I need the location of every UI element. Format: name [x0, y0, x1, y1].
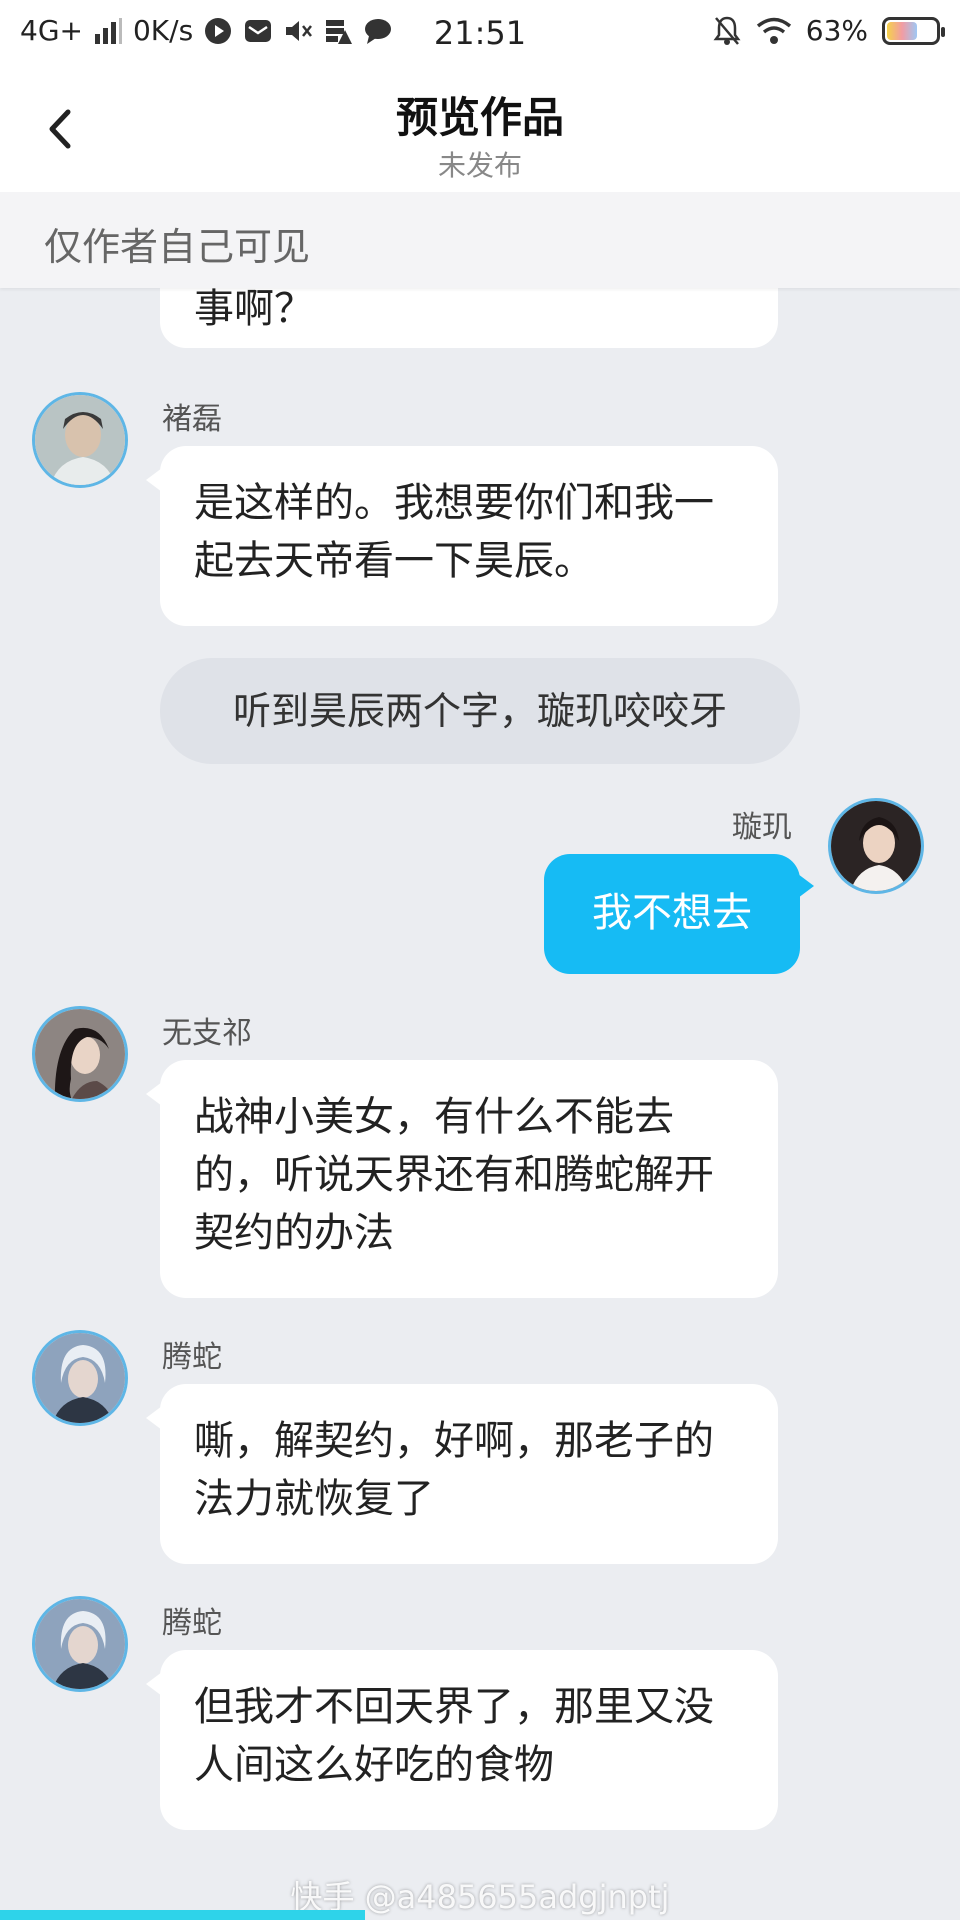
playback-progress-bar[interactable]: [0, 1910, 960, 1920]
battery-level: [887, 21, 918, 40]
page-subtitle: 未发布: [437, 149, 522, 182]
message-text: 是这样的。我想要你们和我一起去天帝看一下昊辰。: [194, 480, 714, 584]
page-title: 预览作品: [395, 93, 564, 142]
header: 预览作品 未发布: [0, 64, 960, 192]
bell-off-icon: [712, 15, 742, 47]
speaker-name: 褚磊: [162, 402, 222, 437]
avatar-portrait-icon: [831, 801, 921, 891]
narration-text: 听到昊辰两个字，璇玑咬咬牙: [232, 689, 727, 733]
battery-icon: [882, 16, 945, 45]
speaker-name: 璇玑: [732, 810, 792, 845]
avatar[interactable]: [32, 392, 128, 488]
avatar-portrait-icon: [35, 1599, 125, 1689]
message-text: 事啊？: [194, 288, 314, 332]
avatar-portrait-icon: [35, 1009, 125, 1099]
visibility-notice-text: 仅作者自己可见: [44, 225, 311, 269]
message-bubble[interactable]: 是这样的。我想要你们和我一起去天帝看一下昊辰。: [146, 446, 778, 626]
avatar-portrait-icon: [35, 395, 125, 485]
message-text: 嘶，解契约，好啊，那老子的法力就恢复了: [194, 1418, 714, 1522]
speaker-name: 腾蛇: [162, 1606, 222, 1641]
wifi-icon: [756, 17, 792, 45]
message-text: 但我才不回天界了，那里又没人间这么好吃的食物: [194, 1684, 714, 1788]
playback-progress-fill: [0, 1910, 365, 1920]
avatar[interactable]: [32, 1596, 128, 1692]
message-text: 我不想去: [592, 890, 752, 936]
avatar[interactable]: [32, 1006, 128, 1102]
avatar[interactable]: [32, 1330, 128, 1426]
message-bubble[interactable]: 事啊？: [160, 288, 778, 348]
visibility-notice: 仅作者自己可见: [0, 192, 960, 288]
battery-percent: 63%: [805, 14, 868, 47]
message-bubble[interactable]: 但我才不回天界了，那里又没人间这么好吃的食物: [146, 1650, 778, 1830]
chat-list[interactable]: 事啊？ 褚磊 是这样的。我想要你们和我一起去天帝看一下昊辰。 听到昊辰两个字，璇…: [0, 288, 960, 1920]
status-right: 63%: [712, 14, 945, 47]
speaker-name: 无支祁: [162, 1016, 252, 1051]
message-text: 战神小美女，有什么不能去的，听说天界还有和腾蛇解开契约的办法: [194, 1094, 714, 1256]
status-bar: 4G+ 0K/s 21:51 63%: [0, 0, 960, 64]
narration-bubble[interactable]: 听到昊辰两个字，璇玑咬咬牙: [160, 658, 800, 764]
message-bubble[interactable]: 战神小美女，有什么不能去的，听说天界还有和腾蛇解开契约的办法: [146, 1060, 778, 1298]
avatar-portrait-icon: [35, 1333, 125, 1423]
avatar[interactable]: [828, 798, 924, 894]
speaker-name: 腾蛇: [162, 1340, 222, 1375]
message-bubble[interactable]: 嘶，解契约，好啊，那老子的法力就恢复了: [146, 1384, 778, 1564]
message-bubble[interactable]: 我不想去: [544, 854, 814, 974]
